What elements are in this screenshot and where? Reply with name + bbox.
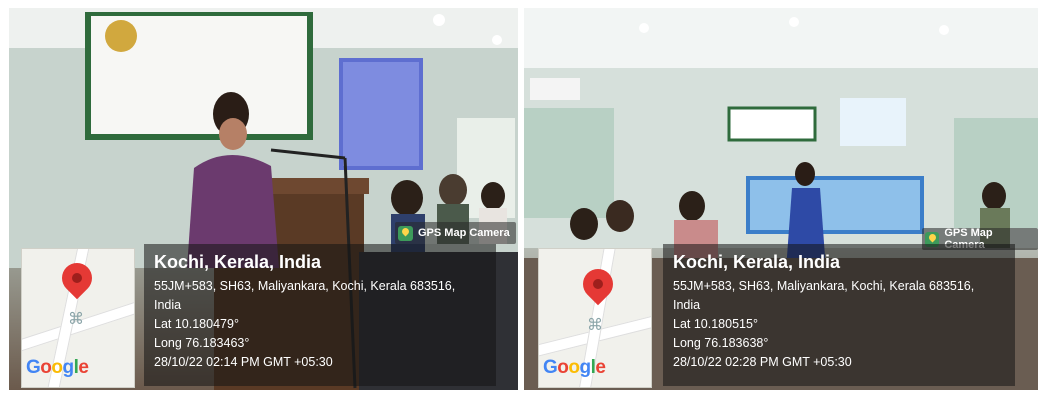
photo-left: GPS Map Camera ⌘ Google Kochi, Kerala, I… — [9, 8, 518, 390]
map-thumbnail: ⌘ Google — [538, 248, 652, 388]
location-overlay-left: ⌘ Google Kochi, Kerala, India 55JM+583, … — [9, 242, 518, 390]
country: India — [154, 298, 182, 312]
latitude: Lat 10.180515° — [673, 317, 758, 331]
longitude: Long 76.183463° — [154, 336, 250, 350]
map-marker-icon: ⌘ — [587, 317, 603, 334]
latitude: Lat 10.180479° — [154, 317, 239, 331]
address: 55JM+583, SH63, Maliyankara, Kochi, Kera… — [673, 279, 975, 293]
map-marker-icon: ⌘ — [68, 311, 84, 328]
timestamp: 28/10/22 02:14 PM GMT +05:30 — [154, 355, 333, 369]
location-overlay-right: ⌘ Google Kochi, Kerala, India 55JM+583, … — [524, 242, 1038, 390]
map-pin-icon — [576, 262, 620, 306]
google-logo: Google — [543, 357, 606, 378]
location-info-right: Kochi, Kerala, India 55JM+583, SH63, Mal… — [663, 244, 1015, 386]
map-thumbnail: ⌘ Google — [21, 248, 135, 388]
location-info-left: Kochi, Kerala, India 55JM+583, SH63, Mal… — [144, 244, 496, 386]
gps-map-camera-badge: GPS Map Camera — [395, 222, 516, 244]
place-name: Kochi, Kerala, India — [673, 252, 841, 272]
gps-camera-icon — [398, 225, 413, 241]
place-name: Kochi, Kerala, India — [154, 252, 322, 272]
country: India — [673, 298, 701, 312]
gps-tag-label: GPS Map Camera — [418, 227, 510, 239]
map-pin-icon — [55, 256, 99, 300]
google-logo: Google — [26, 357, 89, 378]
longitude: Long 76.183638° — [673, 336, 769, 350]
address: 55JM+583, SH63, Maliyankara, Kochi, Kera… — [154, 279, 456, 293]
photo-right: GPS Map Camera ⌘ Google Kochi, Kerala, I… — [524, 8, 1038, 390]
timestamp: 28/10/22 02:28 PM GMT +05:30 — [673, 355, 852, 369]
